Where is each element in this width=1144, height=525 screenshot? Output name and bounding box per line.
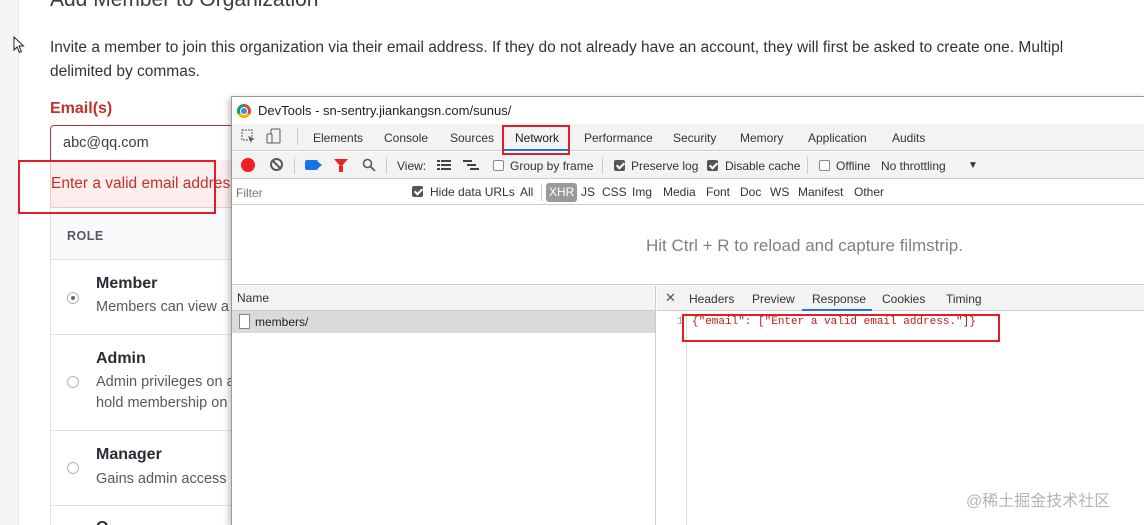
role-description: Members can view a xyxy=(96,299,229,315)
description-line-1: Invite a member to join this organizatio… xyxy=(50,39,1064,56)
page-title: Add Member to Organization xyxy=(50,0,318,12)
separator xyxy=(294,157,295,174)
view-label: View: xyxy=(397,159,427,173)
filter-type-css[interactable]: CSS xyxy=(602,185,627,199)
filter-type-other[interactable]: Other xyxy=(854,185,884,199)
role-description: Gains admin access xyxy=(96,471,227,487)
response-annotation-box xyxy=(682,314,1000,342)
device-toolbar-icon[interactable] xyxy=(266,128,282,144)
tab-response[interactable]: Response xyxy=(812,292,866,306)
description-line-2: delimited by commas. xyxy=(50,63,200,80)
devtools-window-title: DevTools - sn-sentry.jiankangsn.com/sunu… xyxy=(258,103,512,118)
group-by-frame-checkbox[interactable] xyxy=(493,160,504,171)
request-list: Name members/ xyxy=(232,286,656,525)
devtools-tabbar: Elements Console Sources Network Perform… xyxy=(232,124,1144,151)
role-name: Member xyxy=(96,275,158,292)
separator xyxy=(297,128,298,145)
filter-type-manifest[interactable]: Manifest xyxy=(798,185,843,199)
filter-type-ws[interactable]: WS xyxy=(770,185,789,199)
line-number-gutter: 1 xyxy=(657,311,687,525)
filter-bar: Hide data URLs All XHR JS CSS Img Media … xyxy=(232,180,1144,205)
preserve-log-label: Preserve log xyxy=(631,159,699,173)
devtools-titlebar: DevTools - sn-sentry.jiankangsn.com/sunu… xyxy=(232,97,1144,123)
role-description: Admin privileges on a xyxy=(96,374,235,390)
error-annotation-box xyxy=(18,160,216,214)
filmstrip-area: Hit Ctrl + R to reload and capture films… xyxy=(232,206,1144,285)
active-detail-tab-indicator xyxy=(802,309,872,311)
clear-icon[interactable] xyxy=(270,158,283,171)
tab-application[interactable]: Application xyxy=(808,131,867,145)
overview-icon[interactable] xyxy=(463,160,479,171)
document-icon xyxy=(239,314,250,329)
tab-sources[interactable]: Sources xyxy=(450,131,494,145)
throttling-select[interactable]: No throttling xyxy=(881,159,946,173)
close-icon[interactable]: ✕ xyxy=(665,290,676,306)
role-radio-admin[interactable] xyxy=(67,376,79,388)
devtools-window: DevTools - sn-sentry.jiankangsn.com/sunu… xyxy=(231,96,1144,525)
disable-cache-checkbox[interactable] xyxy=(707,160,718,171)
chrome-icon xyxy=(237,104,251,118)
filter-type-doc[interactable]: Doc xyxy=(740,185,761,199)
role-radio-member[interactable] xyxy=(67,292,79,304)
filter-icon[interactable] xyxy=(334,159,348,172)
filter-type-media[interactable]: Media xyxy=(663,185,696,199)
filmstrip-hint: Hit Ctrl + R to reload and capture films… xyxy=(646,236,963,255)
tab-console[interactable]: Console xyxy=(384,131,428,145)
filter-type-js[interactable]: JS xyxy=(581,185,595,199)
separator xyxy=(541,184,542,201)
search-icon[interactable] xyxy=(362,158,376,172)
filter-type-img[interactable]: Img xyxy=(632,185,652,199)
preserve-log-checkbox[interactable] xyxy=(614,160,625,171)
separator xyxy=(602,157,603,174)
filter-type-font[interactable]: Font xyxy=(706,185,730,199)
tab-elements[interactable]: Elements xyxy=(313,131,363,145)
role-name: O xyxy=(96,519,108,525)
watermark: @稀土掘金技术社区 xyxy=(966,493,1111,510)
page-description: Invite a member to join this organizatio… xyxy=(50,36,1144,84)
record-icon[interactable] xyxy=(241,158,255,172)
tab-headers[interactable]: Headers xyxy=(689,292,734,306)
large-rows-icon[interactable] xyxy=(437,160,451,171)
screen: Add Member to Organization Invite a memb… xyxy=(0,0,1144,525)
tab-memory[interactable]: Memory xyxy=(740,131,783,145)
filter-type-all[interactable]: All xyxy=(520,185,533,199)
hide-data-urls-label: Hide data URLs xyxy=(430,185,515,199)
capture-screenshots-icon[interactable] xyxy=(305,160,322,170)
tab-audits[interactable]: Audits xyxy=(892,131,925,145)
network-toolbar: View: Group by frame Preserve log Disabl… xyxy=(232,152,1144,179)
role-name: Manager xyxy=(96,446,162,463)
request-name: members/ xyxy=(255,315,309,329)
offline-label: Offline xyxy=(836,159,871,173)
tab-performance[interactable]: Performance xyxy=(584,131,653,145)
detail-tabbar: ✕ Headers Preview Response Cookies Timin… xyxy=(657,286,1144,311)
group-by-frame-label: Group by frame xyxy=(510,159,594,173)
network-tab-annotation-box xyxy=(502,125,570,155)
role-name: Admin xyxy=(96,350,146,367)
hide-data-urls-checkbox[interactable] xyxy=(412,186,423,197)
request-row[interactable]: members/ xyxy=(232,311,655,333)
mouse-cursor-icon xyxy=(13,36,25,54)
tab-timing[interactable]: Timing xyxy=(946,292,982,306)
separator xyxy=(807,157,808,174)
role-description-2: hold membership on xyxy=(96,395,228,411)
chevron-down-icon[interactable]: ▼ xyxy=(968,160,978,171)
disable-cache-label: Disable cache xyxy=(725,159,801,173)
separator xyxy=(386,157,387,174)
role-radio-manager[interactable] xyxy=(67,462,79,474)
name-column-header[interactable]: Name xyxy=(232,286,655,311)
offline-checkbox[interactable] xyxy=(819,160,830,171)
inspect-element-icon[interactable] xyxy=(241,129,256,144)
tab-cookies[interactable]: Cookies xyxy=(882,292,925,306)
email-label: Email(s) xyxy=(50,100,113,117)
filter-type-xhr[interactable]: XHR xyxy=(546,183,578,202)
filter-input[interactable] xyxy=(236,183,401,202)
tab-security[interactable]: Security xyxy=(673,131,716,145)
tab-preview[interactable]: Preview xyxy=(752,292,795,306)
